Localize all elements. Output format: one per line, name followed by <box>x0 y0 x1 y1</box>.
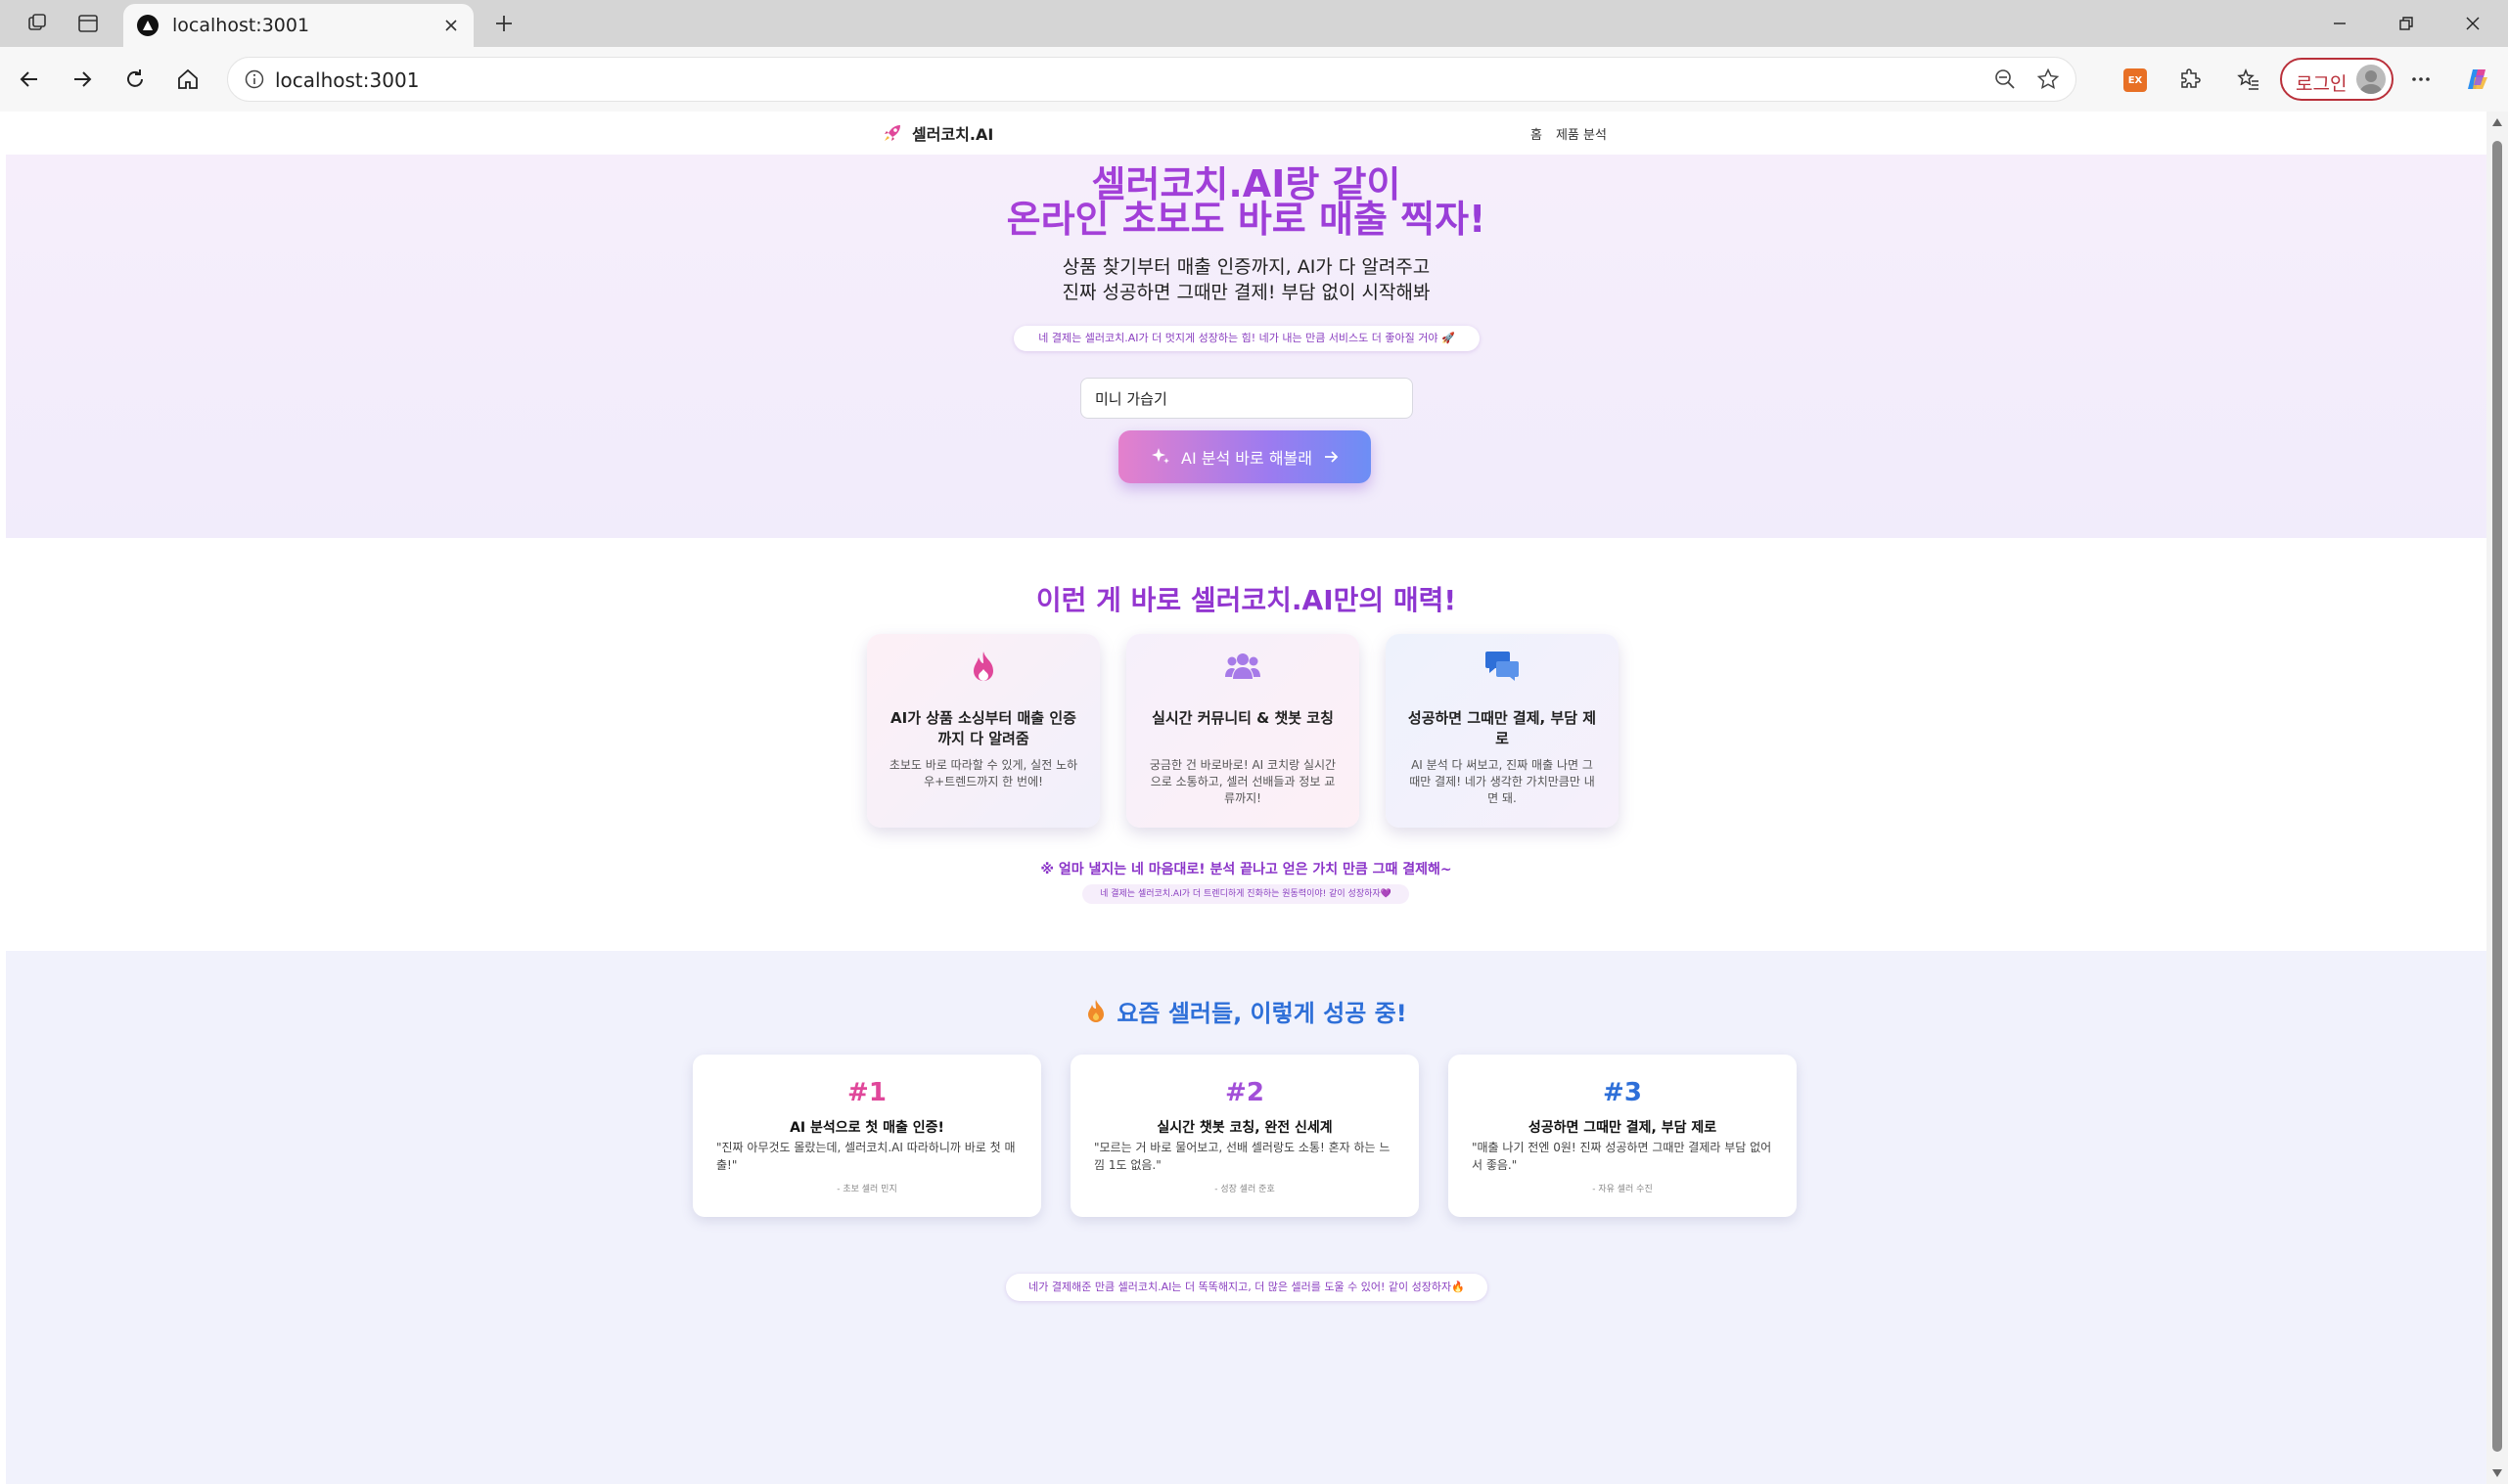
login-button[interactable]: 로그인 <box>2280 58 2394 101</box>
forward-icon[interactable] <box>65 62 100 97</box>
features-heading: 이런 게 바로 셀러코치.AI만의 매력! <box>6 579 2486 618</box>
ai-analyze-button[interactable]: AI 분석 바로 해볼래 <box>1118 430 1371 483</box>
extension-icon[interactable]: EX <box>2123 68 2147 92</box>
close-window-icon[interactable] <box>2446 8 2499 39</box>
users-icon <box>1126 650 1359 681</box>
payment-note: ※ 얼마 낼지는 네 마음대로! 분석 끝나고 얻은 가치 만큼 그때 결제해~ <box>1040 862 1452 877</box>
login-label: 로그인 <box>2296 73 2348 95</box>
fire-icon <box>867 650 1100 685</box>
hero-title-line2: 온라인 초보도 바로 매출 찍자! <box>1006 198 1486 241</box>
testimonials-section: 요즘 셀러들, 이렇게 성공 중! #1 AI 분석으로 첫 매출 인증! "진… <box>6 951 2486 1484</box>
flame-icon <box>1085 999 1107 1024</box>
tab-title: localhost:3001 <box>172 15 310 36</box>
copilot-icon[interactable] <box>2460 62 2495 97</box>
restore-icon[interactable] <box>2380 8 2433 39</box>
workspaces-icon[interactable] <box>23 10 51 37</box>
menu-product-analysis[interactable]: 제품 분석 <box>1556 124 1607 143</box>
new-tab-icon[interactable] <box>487 8 521 39</box>
menu-home[interactable]: 홈 <box>1530 124 1542 143</box>
testimonial-title: AI 분석으로 첫 매출 인증! <box>790 1120 944 1136</box>
site-menu: 홈 제품 분석 <box>1530 124 1607 143</box>
logo-name: 셀러코치.AI <box>912 125 994 144</box>
hero-subtitle-line1: 상품 찾기부터 매출 인증까지, AI가 다 알려주고 <box>1062 256 1431 278</box>
testimonial-card: #3 성공하면 그때만 결제, 부담 제로 "매출 나기 전엔 0원! 진짜 성… <box>1448 1055 1797 1217</box>
site-info-icon[interactable] <box>244 68 265 90</box>
product-search-input[interactable] <box>1080 378 1413 419</box>
feature-desc: AI 분석 다 써보고, 진짜 매출 나면 그때만 결제! 네가 생각한 가치만… <box>1409 758 1595 805</box>
chat-icon <box>1386 650 1619 683</box>
favorite-star-icon[interactable] <box>2036 67 2060 91</box>
rocket-icon <box>883 123 902 143</box>
feature-card: 성공하면 그때만 결제, 부담 제로 AI 분석 다 써보고, 진짜 매출 나면… <box>1386 634 1619 828</box>
browser-toolbar: localhost:3001 EX 로그인 <box>0 47 2508 112</box>
sparkle-icon <box>1150 446 1171 468</box>
tab-favicon-icon <box>137 15 159 36</box>
hero-title: 셀러코치.AI랑 같이 온라인 초보도 바로 매출 찍자! <box>6 166 2486 237</box>
vertical-tabs-icon[interactable] <box>74 10 102 37</box>
hero-subtitle: 상품 찾기부터 매출 인증까지, AI가 다 알려주고 진짜 성공하면 그때만 … <box>6 254 2486 305</box>
site-header: 셀러코치.AI 홈 제품 분석 <box>6 112 2486 155</box>
more-menu-icon[interactable] <box>2403 62 2439 97</box>
testimonial-quote: "매출 나기 전엔 0원! 진짜 성공하면 그때만 결제라 부담 없어서 좋음.… <box>1472 1141 1772 1172</box>
browser-tab-strip: localhost:3001 <box>0 0 2508 47</box>
growth-note-pill: 네가 결제해준 만큼 셀러코치.AI는 더 똑똑해지고, 더 많은 셀러를 도울… <box>1006 1274 1487 1301</box>
minimize-icon[interactable] <box>2313 8 2366 39</box>
page-viewport: 셀러코치.AI 홈 제품 분석 셀러코치.AI랑 같이 온라인 초보도 바로 매… <box>6 112 2486 1484</box>
tab-close-icon[interactable] <box>438 13 464 38</box>
home-icon[interactable] <box>170 62 205 97</box>
feature-card: 실시간 커뮤니티 & 챗봇 코칭 궁금한 건 바로바로! AI 코치랑 실시간으… <box>1126 634 1359 828</box>
testimonial-quote: "모르는 거 바로 물어보고, 선배 셀러랑도 소통! 혼자 하는 느낌 1도 … <box>1094 1141 1391 1172</box>
ai-analyze-label: AI 분석 바로 해볼래 <box>1181 449 1312 468</box>
feature-title: AI가 상품 소싱부터 매출 인증까지 다 알려줌 <box>890 709 1076 747</box>
testimonial-card: #1 AI 분석으로 첫 매출 인증! "진짜 아무것도 몰랐는데, 셀러코치.… <box>693 1055 1041 1217</box>
scroll-up-icon[interactable] <box>2491 117 2503 127</box>
feature-title: 성공하면 그때만 결제, 부담 제로 <box>1407 709 1597 747</box>
reload-icon[interactable] <box>117 62 153 97</box>
avatar <box>2356 65 2386 94</box>
testimonials-heading-text: 요즘 셀러들, 이렇게 성공 중! <box>1117 1000 1407 1027</box>
testimonial-author: - 자유 셀러 수진 <box>1592 1185 1653 1194</box>
testimonial-rank: #2 <box>1225 1078 1264 1107</box>
scroll-down-icon[interactable] <box>2491 1468 2503 1478</box>
scrollbar-thumb[interactable] <box>2492 141 2502 1452</box>
testimonial-author: - 성장 셀러 준호 <box>1214 1185 1275 1194</box>
feature-desc: 초보도 바로 따라할 수 있게, 실전 노하우+트렌드까지 한 번에! <box>889 758 1078 788</box>
testimonial-title: 실시간 챗봇 코칭, 완전 신세계 <box>1157 1120 1333 1136</box>
hero-section: 셀러코치.AI랑 같이 온라인 초보도 바로 매출 찍자! 상품 찾기부터 매출… <box>6 155 2486 538</box>
favorites-list-icon[interactable] <box>2231 62 2266 97</box>
browser-tab[interactable]: localhost:3001 <box>123 4 474 47</box>
testimonial-rank: #1 <box>847 1078 887 1107</box>
testimonial-title: 성공하면 그때만 결제, 부담 제로 <box>1528 1120 1717 1136</box>
extensions-puzzle-icon[interactable] <box>2172 62 2208 97</box>
url-text[interactable]: localhost:3001 <box>275 68 419 92</box>
feature-desc: 궁금한 건 바로바로! AI 코치랑 실시간으로 소통하고, 셀러 선배들과 정… <box>1149 758 1337 805</box>
address-bar[interactable]: localhost:3001 <box>227 57 2076 102</box>
back-icon[interactable] <box>12 62 47 97</box>
payment-info-pill: 네 결제는 셀러코치.AI가 더 멋지게 성장하는 힘! 네가 내는 만큼 서비… <box>1014 326 1480 351</box>
testimonial-card: #2 실시간 챗봇 코칭, 완전 신세계 "모르는 거 바로 물어보고, 선배 … <box>1071 1055 1419 1217</box>
testimonial-quote: "진짜 아무것도 몰랐는데, 셀러코치.AI 따라하니까 바로 첫 매출!" <box>716 1141 1016 1172</box>
hero-subtitle-line2: 진짜 성공하면 그때만 결제! 부담 없이 시작해봐 <box>1062 282 1431 303</box>
arrow-right-icon <box>1322 448 1340 466</box>
payment-subnote: 네 결제는 셀러코치.AI가 더 트렌디하게 진화하는 원동력이야! 같이 성장… <box>1082 884 1409 904</box>
testimonial-author: - 초보 셀러 민지 <box>837 1185 897 1194</box>
testimonials-heading: 요즘 셀러들, 이렇게 성공 중! <box>6 994 2486 1028</box>
site-logo[interactable]: 셀러코치.AI <box>883 121 993 145</box>
feature-card: AI가 상품 소싱부터 매출 인증까지 다 알려줌 초보도 바로 따라할 수 있… <box>867 634 1100 828</box>
testimonial-rank: #3 <box>1603 1078 1642 1107</box>
page-scrollbar[interactable] <box>2486 112 2508 1484</box>
features-section: 이런 게 바로 셀러코치.AI만의 매력! AI가 상품 소싱부터 매출 인증까… <box>6 538 2486 951</box>
zoom-out-icon[interactable] <box>1993 67 2017 91</box>
feature-title: 실시간 커뮤니티 & 챗봇 코칭 <box>1152 709 1334 727</box>
